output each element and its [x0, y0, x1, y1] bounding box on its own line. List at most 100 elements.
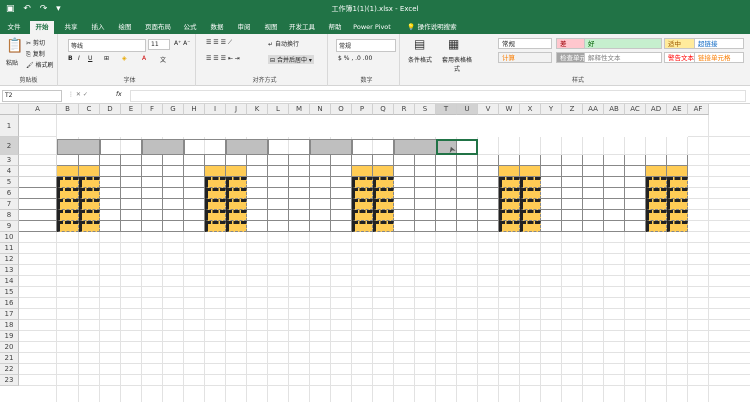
- number-format-select[interactable]: 常规: [336, 39, 396, 52]
- row-header-14[interactable]: 14: [0, 276, 19, 287]
- row-header-4[interactable]: 4: [0, 166, 19, 177]
- attendance-cell[interactable]: [205, 199, 226, 210]
- attendance-cell[interactable]: [625, 221, 646, 232]
- attendance-cell[interactable]: [247, 188, 268, 199]
- attendance-cell[interactable]: [457, 210, 478, 221]
- paste-button[interactable]: 粘贴: [6, 58, 18, 67]
- align-horizontal-icons[interactable]: ☰ ☰ ☰ ⇤ ⇥: [206, 55, 240, 62]
- col-header-V[interactable]: V: [478, 104, 499, 115]
- attendance-cell[interactable]: [604, 188, 625, 199]
- cell-style-7[interactable]: 解释性文本: [584, 52, 662, 63]
- attendance-cell[interactable]: [583, 188, 604, 199]
- attendance-cell[interactable]: [310, 210, 331, 221]
- attendance-cell[interactable]: [247, 177, 268, 188]
- row-header-1[interactable]: 1: [0, 115, 19, 137]
- cut-button[interactable]: ✂ 剪切: [26, 38, 45, 47]
- attendance-cell[interactable]: [625, 188, 646, 199]
- col-header-AD[interactable]: AD: [646, 104, 667, 115]
- row-header-15[interactable]: 15: [0, 287, 19, 298]
- row-header-18[interactable]: 18: [0, 320, 19, 331]
- attendance-cell[interactable]: [520, 188, 541, 199]
- attendance-cell[interactable]: [310, 188, 331, 199]
- merge-center-button[interactable]: ⊟ 合并后居中 ▾: [268, 55, 314, 64]
- table-format-button[interactable]: 套用表格格式: [442, 55, 472, 73]
- tab-home[interactable]: 开始: [30, 21, 54, 34]
- attendance-cell[interactable]: [184, 199, 205, 210]
- col-header-S[interactable]: S: [415, 104, 436, 115]
- attendance-cell[interactable]: [100, 210, 121, 221]
- attendance-cell[interactable]: [625, 177, 646, 188]
- row-header-19[interactable]: 19: [0, 331, 19, 342]
- attendance-cell[interactable]: [247, 199, 268, 210]
- tab-view[interactable]: 视图: [260, 21, 282, 34]
- attendance-cell[interactable]: [373, 188, 394, 199]
- paste-icon[interactable]: 📋: [6, 38, 23, 54]
- row-header-9[interactable]: 9: [0, 221, 19, 232]
- formula-buttons[interactable]: ⋮ ✕ ✓: [68, 91, 88, 98]
- attendance-cell[interactable]: [121, 177, 142, 188]
- attendance-cell[interactable]: [646, 221, 667, 232]
- attendance-cell[interactable]: [394, 177, 415, 188]
- name-cell[interactable]: [19, 210, 57, 221]
- name-box[interactable]: T2: [2, 90, 62, 102]
- tab-draw[interactable]: 绘图: [114, 21, 136, 34]
- attendance-cell[interactable]: [583, 199, 604, 210]
- attendance-cell[interactable]: [541, 221, 562, 232]
- attendance-cell[interactable]: [289, 210, 310, 221]
- fill-color-icon[interactable]: ◈: [122, 55, 127, 62]
- attendance-cell[interactable]: [57, 221, 79, 232]
- conditional-format-button[interactable]: 条件格式: [408, 55, 432, 64]
- tab-page-layout[interactable]: 页面布局: [142, 21, 174, 34]
- attendance-cell[interactable]: [79, 199, 100, 210]
- attendance-cell[interactable]: [289, 188, 310, 199]
- col-header-F[interactable]: F: [142, 104, 163, 115]
- attendance-cell[interactable]: [646, 188, 667, 199]
- col-header-G[interactable]: G: [163, 104, 184, 115]
- attendance-cell[interactable]: [184, 177, 205, 188]
- attendance-cell[interactable]: [415, 221, 436, 232]
- attendance-cell[interactable]: [226, 177, 247, 188]
- attendance-cell[interactable]: [163, 188, 184, 199]
- tab-help[interactable]: 帮助: [324, 21, 346, 34]
- attendance-cell[interactable]: [436, 210, 457, 221]
- attendance-cell[interactable]: [268, 210, 289, 221]
- col-header-D[interactable]: D: [100, 104, 121, 115]
- attendance-cell[interactable]: [478, 199, 499, 210]
- font-color-icon[interactable]: A: [142, 55, 146, 62]
- tab-share[interactable]: 共享: [60, 21, 82, 34]
- attendance-cell[interactable]: [415, 177, 436, 188]
- attendance-cell[interactable]: [100, 199, 121, 210]
- attendance-cell[interactable]: [415, 188, 436, 199]
- attendance-cell[interactable]: [268, 177, 289, 188]
- attendance-cell[interactable]: [142, 177, 163, 188]
- attendance-cell[interactable]: [394, 210, 415, 221]
- col-header-X[interactable]: X: [520, 104, 541, 115]
- col-header-AE[interactable]: AE: [667, 104, 688, 115]
- attendance-cell[interactable]: [436, 177, 457, 188]
- attendance-cell[interactable]: [520, 210, 541, 221]
- attendance-cell[interactable]: [352, 188, 373, 199]
- attendance-cell[interactable]: [583, 221, 604, 232]
- attendance-cell[interactable]: [100, 188, 121, 199]
- col-header-AB[interactable]: AB: [604, 104, 625, 115]
- attendance-cell[interactable]: [184, 188, 205, 199]
- col-header-M[interactable]: M: [289, 104, 310, 115]
- col-header-R[interactable]: R: [394, 104, 415, 115]
- attendance-cell[interactable]: [121, 188, 142, 199]
- attendance-cell[interactable]: [163, 177, 184, 188]
- row-header-11[interactable]: 11: [0, 243, 19, 254]
- row-header-22[interactable]: 22: [0, 364, 19, 375]
- attendance-cell[interactable]: [436, 221, 457, 232]
- attendance-cell[interactable]: [478, 210, 499, 221]
- underline-icon[interactable]: U: [88, 55, 92, 62]
- name-cell[interactable]: [19, 199, 57, 210]
- attendance-cell[interactable]: [667, 221, 688, 232]
- select-all-corner[interactable]: [0, 104, 19, 115]
- attendance-cell[interactable]: [57, 210, 79, 221]
- col-header-AF[interactable]: AF: [688, 104, 709, 115]
- row-header-13[interactable]: 13: [0, 265, 19, 276]
- attendance-cell[interactable]: [646, 210, 667, 221]
- attendance-cell[interactable]: [268, 188, 289, 199]
- name-cell[interactable]: [19, 177, 57, 188]
- attendance-cell[interactable]: [415, 210, 436, 221]
